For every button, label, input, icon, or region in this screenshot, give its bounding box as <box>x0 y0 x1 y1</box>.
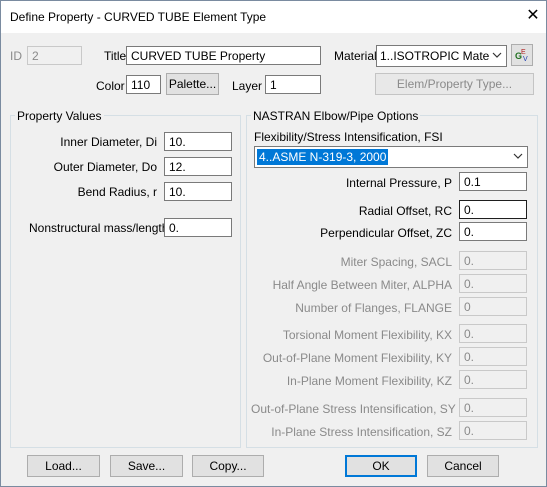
nastran-options-title: NASTRAN Elbow/Pipe Options <box>251 109 421 123</box>
material-editor-button[interactable]: G E V <box>511 44 533 66</box>
material-select[interactable]: 1..ISOTROPIC Materia <box>376 45 507 67</box>
flanges-label: Number of Flanges, FLANGE <box>295 301 452 315</box>
id-label: ID <box>10 49 22 63</box>
torsional-flexibility-label: Torsional Moment Flexibility, KX <box>282 328 452 342</box>
title-label: Title <box>104 49 127 63</box>
oop-stress-intensification-label: Out-of-Plane Stress Intensification, SY <box>251 402 456 416</box>
inner-diameter-field[interactable]: 10. <box>164 132 232 151</box>
color-label: Color <box>96 79 125 93</box>
perpendicular-offset-label: Perpendicular Offset, ZC <box>320 226 452 240</box>
outer-diameter-label: Outer Diameter, Do <box>53 160 157 174</box>
bend-radius-field[interactable]: 10. <box>164 182 232 201</box>
oop-stress-intensification-field[interactable]: 0. <box>459 398 527 417</box>
ip-stress-intensification-label: In-Plane Stress Intensification, SZ <box>271 425 452 439</box>
internal-pressure-field[interactable]: 0.1 <box>459 172 527 191</box>
ip-stress-intensification-field[interactable]: 0. <box>459 421 527 440</box>
title-field[interactable]: CURVED TUBE Property <box>126 46 321 65</box>
layer-label: Layer <box>232 79 263 93</box>
ip-moment-flexibility-field[interactable]: 0. <box>459 370 527 389</box>
oop-moment-flexibility-label: Out-of-Plane Moment Flexibility, KY <box>262 351 452 365</box>
inner-diameter-label: Inner Diameter, Di <box>60 135 157 149</box>
svg-text:E: E <box>521 49 526 56</box>
save-button[interactable]: Save... <box>110 455 183 477</box>
copy-button[interactable]: Copy... <box>192 455 264 477</box>
id-field[interactable]: 2 <box>27 46 82 65</box>
chevron-down-icon <box>488 46 506 66</box>
color-field[interactable]: 110 <box>126 75 161 94</box>
miter-spacing-label: Miter Spacing, SACL <box>340 255 452 269</box>
radial-offset-label: Radial Offset, RC <box>358 204 452 218</box>
ip-moment-flexibility-label: In-Plane Moment Flexibility, KZ <box>286 374 452 388</box>
oop-moment-flexibility-field[interactable]: 0. <box>459 347 527 366</box>
svg-text:V: V <box>523 56 528 63</box>
miter-spacing-field[interactable]: 0. <box>459 251 527 270</box>
half-angle-label: Half Angle Between Miter, ALPHA <box>272 278 452 292</box>
elem-property-type-button[interactable]: Elem/Property Type... <box>375 73 534 95</box>
half-angle-field[interactable]: 0. <box>459 274 527 293</box>
close-icon[interactable]: ✕ <box>522 5 544 27</box>
define-property-dialog: Define Property - CURVED TUBE Element Ty… <box>0 0 547 487</box>
title-bar: Define Property - CURVED TUBE Element Ty… <box>1 1 546 33</box>
ok-button[interactable]: OK <box>345 455 417 477</box>
fsi-label: Flexibility/Stress Intensification, FSI <box>254 130 443 144</box>
chevron-down-icon <box>509 147 527 167</box>
torsional-flexibility-field[interactable]: 0. <box>459 324 527 343</box>
palette-button[interactable]: Palette... <box>166 73 219 95</box>
fsi-value: 4..ASME N-319-3, 2000 <box>257 149 389 165</box>
nonstructural-mass-field[interactable]: 0. <box>164 218 232 237</box>
flanges-field[interactable]: 0 <box>459 297 527 316</box>
cancel-button[interactable]: Cancel <box>427 455 499 477</box>
material-editor-icon: G E V <box>515 49 528 63</box>
bend-radius-label: Bend Radius, r <box>77 185 157 199</box>
layer-field[interactable]: 1 <box>265 75 321 94</box>
outer-diameter-field[interactable]: 12. <box>164 157 232 176</box>
fsi-select[interactable]: 4..ASME N-319-3, 2000 <box>254 146 528 168</box>
radial-offset-field[interactable]: 0. <box>459 200 527 219</box>
load-button[interactable]: Load... <box>27 455 100 477</box>
window-title: Define Property - CURVED TUBE Element Ty… <box>10 10 267 24</box>
material-value: 1..ISOTROPIC Materia <box>380 49 490 63</box>
nonstructural-mass-label: Nonstructural mass/length <box>29 221 169 235</box>
internal-pressure-label: Internal Pressure, P <box>345 176 452 190</box>
property-values-title: Property Values <box>15 109 104 123</box>
perpendicular-offset-field[interactable]: 0. <box>459 222 527 241</box>
material-label: Material <box>334 49 377 63</box>
